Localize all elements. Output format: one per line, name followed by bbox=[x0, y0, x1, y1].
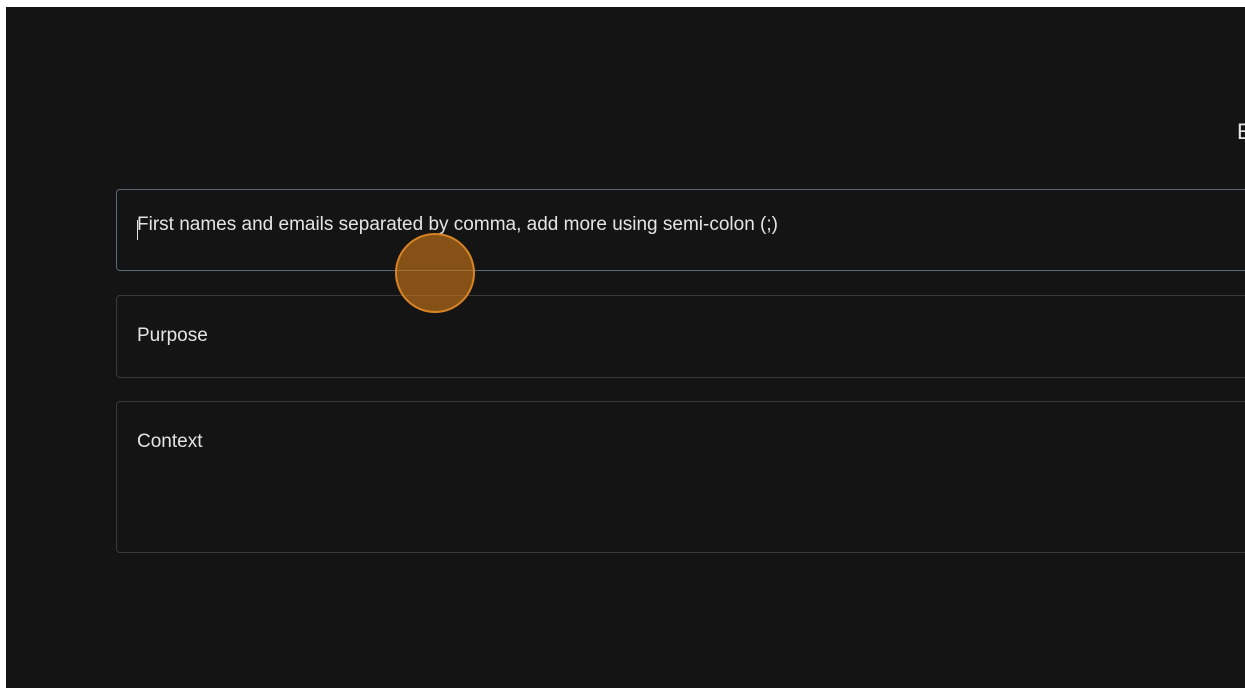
people-input-placeholder: First names and emails separated by comm… bbox=[137, 214, 778, 235]
header-title-fragment: E bbox=[1237, 119, 1245, 144]
context-textarea-placeholder: Context bbox=[137, 431, 203, 452]
context-textarea[interactable]: Context bbox=[116, 401, 1245, 553]
people-input[interactable]: First names and emails separated by comm… bbox=[116, 189, 1245, 271]
purpose-input[interactable]: Purpose bbox=[116, 295, 1245, 378]
app-window: E First names and emails separated by co… bbox=[6, 7, 1245, 688]
purpose-input-placeholder: Purpose bbox=[137, 325, 208, 346]
